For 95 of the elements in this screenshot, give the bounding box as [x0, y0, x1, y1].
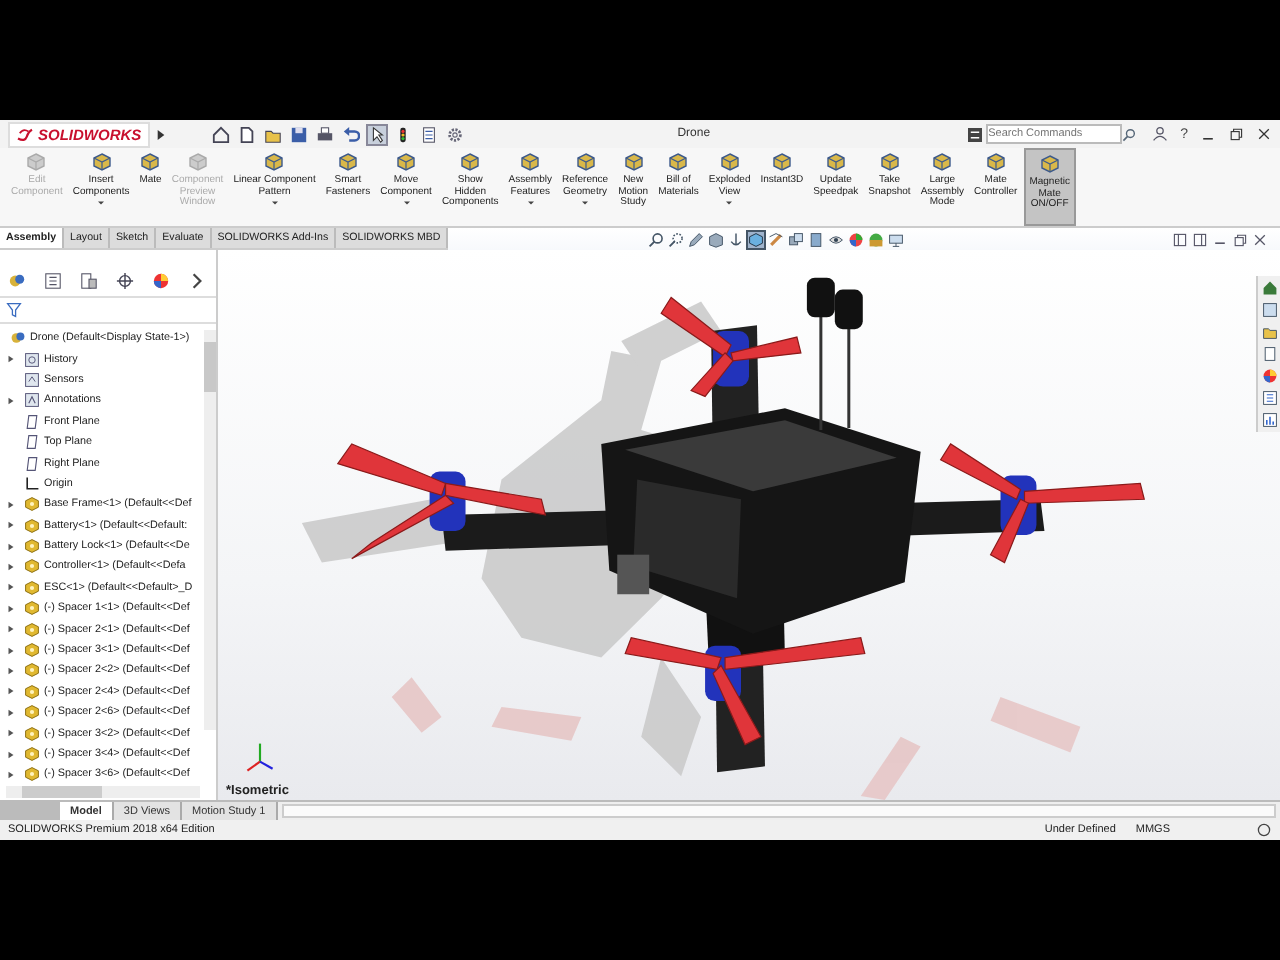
expand-arrow-icon[interactable]	[6, 645, 16, 656]
filter-icon[interactable]	[6, 302, 22, 318]
assembly-icon[interactable]	[8, 272, 26, 290]
user-icon[interactable]	[1152, 126, 1169, 142]
scrollbar[interactable]	[281, 804, 1276, 818]
pointer-icon[interactable]	[367, 125, 386, 143]
eye-icon[interactable]	[828, 231, 845, 247]
part-icon	[24, 621, 40, 638]
save-icon[interactable]	[289, 125, 308, 143]
cube-icon	[1039, 154, 1060, 174]
expand-arrow-icon[interactable]	[6, 728, 16, 739]
dropdown-arrow-icon[interactable]	[580, 200, 591, 207]
print-icon[interactable]	[315, 125, 334, 143]
logo-icon	[16, 127, 34, 141]
expand-arrow-icon[interactable]	[6, 624, 16, 635]
caret-icon[interactable]	[188, 272, 206, 290]
configuration-icon[interactable]	[80, 272, 98, 290]
cube-icon	[396, 152, 416, 172]
expand-arrow-icon[interactable]	[6, 769, 16, 780]
dropdown-arrow-icon[interactable]	[525, 200, 536, 207]
settings-icon[interactable]	[445, 125, 464, 143]
part-icon	[24, 662, 40, 679]
anchor-icon[interactable]	[728, 231, 745, 247]
part-icon	[24, 538, 40, 555]
dropdown-arrow-icon[interactable]	[401, 200, 411, 207]
part-icon	[24, 496, 40, 513]
list-icon[interactable]	[419, 125, 438, 143]
cube-icon	[91, 152, 112, 172]
part-icon	[24, 642, 40, 659]
origin-icon	[24, 475, 40, 492]
expand-arrow-icon[interactable]	[6, 395, 16, 406]
expand-arrow-icon[interactable]	[6, 665, 16, 676]
expand-arrow-icon[interactable]	[6, 541, 16, 552]
expand-arrow-icon[interactable]	[6, 603, 16, 614]
expand-arrow-icon[interactable]	[6, 520, 16, 531]
box-icon[interactable]	[808, 231, 825, 247]
monitor-icon[interactable]	[888, 231, 905, 247]
expand-arrow-icon[interactable]	[6, 561, 16, 572]
close-icon[interactable]	[1256, 126, 1272, 142]
expand-arrow-icon[interactable]	[6, 707, 16, 718]
part-icon	[24, 558, 40, 575]
scrollbar[interactable]	[204, 330, 216, 730]
close-icon[interactable]	[1252, 231, 1268, 247]
part-icon	[24, 746, 40, 762]
panel-icon[interactable]	[1192, 231, 1208, 247]
chart-icon[interactable]	[1261, 412, 1277, 428]
search-icon[interactable]	[1122, 127, 1137, 141]
part-icon	[24, 683, 40, 700]
part-icon	[24, 600, 40, 617]
document-icon[interactable]	[1261, 346, 1277, 362]
crosshair-icon[interactable]	[116, 272, 134, 290]
zoom-to-fit-icon[interactable]	[648, 231, 665, 247]
expand-arrow-icon[interactable]	[6, 686, 16, 697]
expand-arrow-icon[interactable]	[6, 499, 16, 510]
home-icon[interactable]	[211, 125, 230, 143]
expand-arrow-icon[interactable]	[6, 749, 16, 759]
cube-icon	[460, 152, 481, 172]
cube-icon	[879, 152, 900, 172]
cube-icon	[668, 152, 689, 172]
part-icon	[24, 704, 40, 721]
list-icon[interactable]	[1261, 390, 1277, 406]
list-icon[interactable]	[44, 272, 62, 290]
caret-icon[interactable]	[155, 127, 166, 141]
restore-icon[interactable]	[1232, 231, 1248, 247]
undo-icon[interactable]	[341, 125, 360, 143]
command-search-icon	[968, 127, 983, 141]
cube-icon	[985, 152, 1006, 172]
new-document-icon[interactable]	[237, 125, 256, 143]
dropdown-arrow-icon[interactable]	[269, 200, 280, 207]
axis-triad-icon	[242, 740, 278, 776]
cube-icon	[337, 152, 358, 172]
panel-icon[interactable]	[1172, 231, 1188, 247]
part-icon	[24, 725, 40, 742]
assembly-icon	[10, 330, 26, 347]
restore-icon[interactable]	[1228, 126, 1244, 142]
cube-icon	[575, 152, 596, 172]
zoom-area-icon[interactable]	[668, 231, 685, 247]
part-icon	[24, 517, 40, 534]
cube-icon	[719, 152, 740, 172]
scrollbar[interactable]	[6, 786, 200, 798]
dropdown-arrow-icon[interactable]	[96, 200, 107, 207]
cube-icon	[771, 152, 792, 172]
cube-icon	[623, 152, 644, 172]
cube-icon	[825, 152, 846, 172]
cube-icon	[264, 152, 285, 172]
part-icon	[24, 766, 40, 783]
color-sphere-icon[interactable]	[848, 231, 865, 247]
cube-icon	[932, 152, 953, 172]
expand-arrow-icon[interactable]	[6, 582, 16, 593]
part-icon	[24, 579, 40, 596]
home-icon[interactable]	[1261, 280, 1277, 296]
expand-arrow-icon[interactable]	[6, 354, 16, 365]
cube-icon	[520, 152, 541, 172]
cube-icon	[140, 152, 161, 172]
dropdown-arrow-icon[interactable]	[724, 200, 735, 207]
